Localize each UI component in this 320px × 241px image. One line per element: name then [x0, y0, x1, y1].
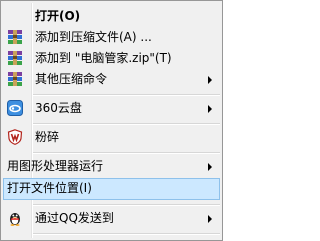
- menu-item-open-file-location-label: 打开文件位置(I): [7, 181, 92, 195]
- shred-shield-icon: [7, 129, 23, 145]
- submenu-arrow-icon: [208, 215, 212, 223]
- menu-separator: [33, 123, 220, 125]
- menu-item-other-compression-label: 其他压缩命令: [35, 72, 108, 86]
- menu-item-open-file-location[interactable]: 打开文件位置(I): [3, 178, 220, 200]
- menu-separator: [33, 152, 220, 154]
- qq-penguin-icon: [10, 213, 20, 226]
- menu-separator: [33, 233, 220, 235]
- menu-separator: [33, 204, 220, 206]
- menu-item-shred-label: 粉碎: [35, 130, 60, 144]
- menu-item-shred[interactable]: 粉碎: [3, 127, 220, 149]
- cloud-drive-icon: [7, 100, 23, 116]
- menu-item-open-label: 打开(O): [35, 9, 81, 23]
- winrar-archive-icon: [8, 51, 22, 65]
- menu-item-add-to-archive[interactable]: 添加到压缩文件(A) ...: [3, 27, 220, 49]
- menu-item-add-to-zip-label: 添加到 "电脑管家.zip"(T): [35, 51, 172, 65]
- submenu-arrow-icon: [208, 105, 212, 113]
- winrar-archive-icon: [8, 30, 22, 44]
- menu-separator: [33, 94, 220, 96]
- menu-item-360-cloud-label: 360云盘: [35, 101, 82, 115]
- menu-item-360-cloud[interactable]: 360云盘: [3, 98, 220, 120]
- menu-item-add-to-zip[interactable]: 添加到 "电脑管家.zip"(T): [3, 48, 220, 70]
- menu-item-run-with-gpu[interactable]: 用图形处理器运行: [3, 156, 220, 178]
- submenu-arrow-icon: [208, 163, 212, 171]
- winrar-archive-icon: [8, 72, 22, 86]
- menu-item-send-via-qq[interactable]: 通过QQ发送到: [3, 208, 220, 230]
- context-menu: 打开(O) 添加到压缩文件(A) ... 添加到 "电脑管家.zip"(T) 其…: [0, 0, 223, 241]
- menu-item-other-compression[interactable]: 其他压缩命令: [3, 69, 220, 91]
- menu-item-open[interactable]: 打开(O): [3, 6, 220, 28]
- submenu-arrow-icon: [208, 76, 212, 84]
- menu-item-add-to-archive-label: 添加到压缩文件(A) ...: [35, 30, 152, 44]
- menu-item-send-via-qq-label: 通过QQ发送到: [35, 211, 114, 225]
- menu-item-run-with-gpu-label: 用图形处理器运行: [7, 159, 104, 173]
